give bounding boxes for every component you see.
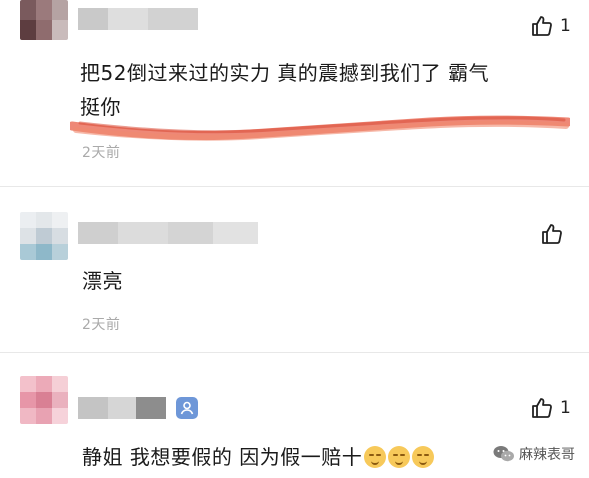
like-button[interactable]: 1 (530, 14, 571, 38)
avatar[interactable] (20, 212, 68, 260)
comment-text: 静姐 我想要假的 因为假一赔十 (82, 440, 435, 474)
avatar[interactable] (20, 0, 68, 40)
watermark: 麻辣表哥 (493, 444, 575, 464)
username-blurred[interactable] (78, 397, 166, 419)
smirk-emoji-icon (364, 446, 387, 468)
like-button[interactable] (540, 222, 570, 246)
wechat-icon (493, 446, 514, 462)
like-count: 1 (560, 398, 571, 418)
comment-text: 漂亮 (82, 269, 123, 293)
divider (0, 186, 589, 187)
verified-badge-icon (176, 397, 198, 419)
like-button[interactable]: 1 (530, 396, 571, 420)
username-blurred[interactable] (78, 8, 198, 30)
comment-time: 2天前 (82, 317, 121, 333)
thumbs-up-icon (542, 224, 562, 244)
smirk-emoji-icon (388, 446, 411, 468)
comment-text-body: 静姐 我想要假的 因为假一赔十 (82, 445, 363, 469)
redaction-scribble (70, 115, 570, 141)
like-count: 1 (560, 16, 571, 36)
smirk-emoji-icon (412, 446, 435, 468)
comment-time: 2天前 (82, 145, 121, 161)
username-blurred[interactable] (78, 222, 258, 244)
thumbs-up-icon (532, 16, 552, 36)
thumbs-up-icon (532, 398, 552, 418)
watermark-label: 麻辣表哥 (519, 447, 575, 463)
avatar[interactable] (20, 376, 68, 424)
divider (0, 352, 589, 353)
